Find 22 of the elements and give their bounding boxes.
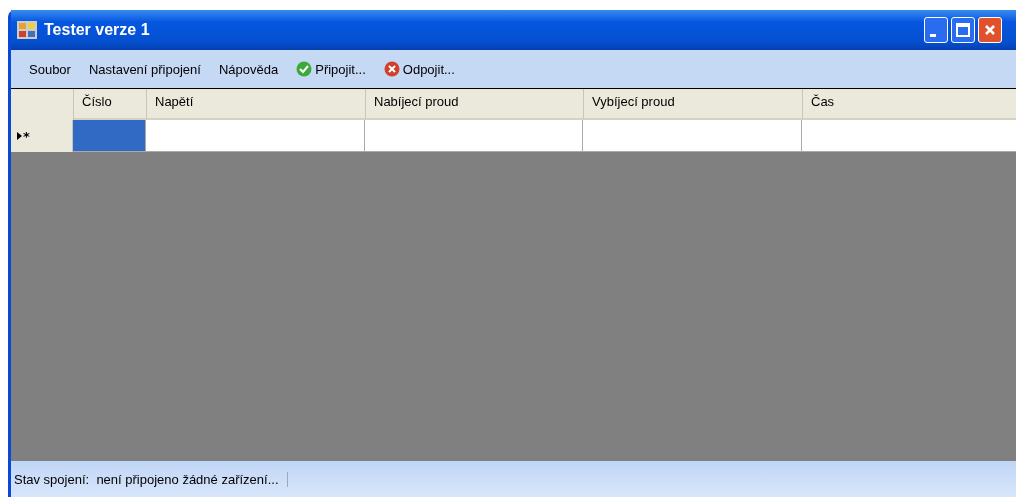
cross-icon xyxy=(383,61,400,77)
minimize-button[interactable] xyxy=(924,17,948,43)
maximize-icon xyxy=(956,23,970,37)
maximize-button[interactable] xyxy=(951,17,975,43)
menu-item[interactable]: Soubor xyxy=(21,59,79,79)
row-header[interactable]: * xyxy=(11,120,73,152)
menu-item[interactable]: Nastavení připojení xyxy=(80,59,209,79)
menu-item[interactable]: Nápověda xyxy=(210,59,287,79)
menu-item[interactable]: Odpojit... xyxy=(375,59,463,79)
table-cell[interactable] xyxy=(73,120,146,152)
minimize-icon xyxy=(930,33,936,37)
menu-item[interactable]: Připojit... xyxy=(288,59,374,79)
new-row-marker: * xyxy=(23,128,30,144)
table-cell[interactable] xyxy=(583,120,802,152)
close-button[interactable] xyxy=(978,17,1002,43)
table-cell[interactable] xyxy=(365,120,583,152)
table-cell[interactable] xyxy=(146,120,365,152)
check-icon xyxy=(296,61,313,77)
status-text: Stav spojení: není připojeno žádné zařízení... xyxy=(14,471,288,487)
window-title: Tester verze 1 xyxy=(44,21,150,39)
close-icon xyxy=(984,24,996,36)
app-icon xyxy=(17,21,37,39)
